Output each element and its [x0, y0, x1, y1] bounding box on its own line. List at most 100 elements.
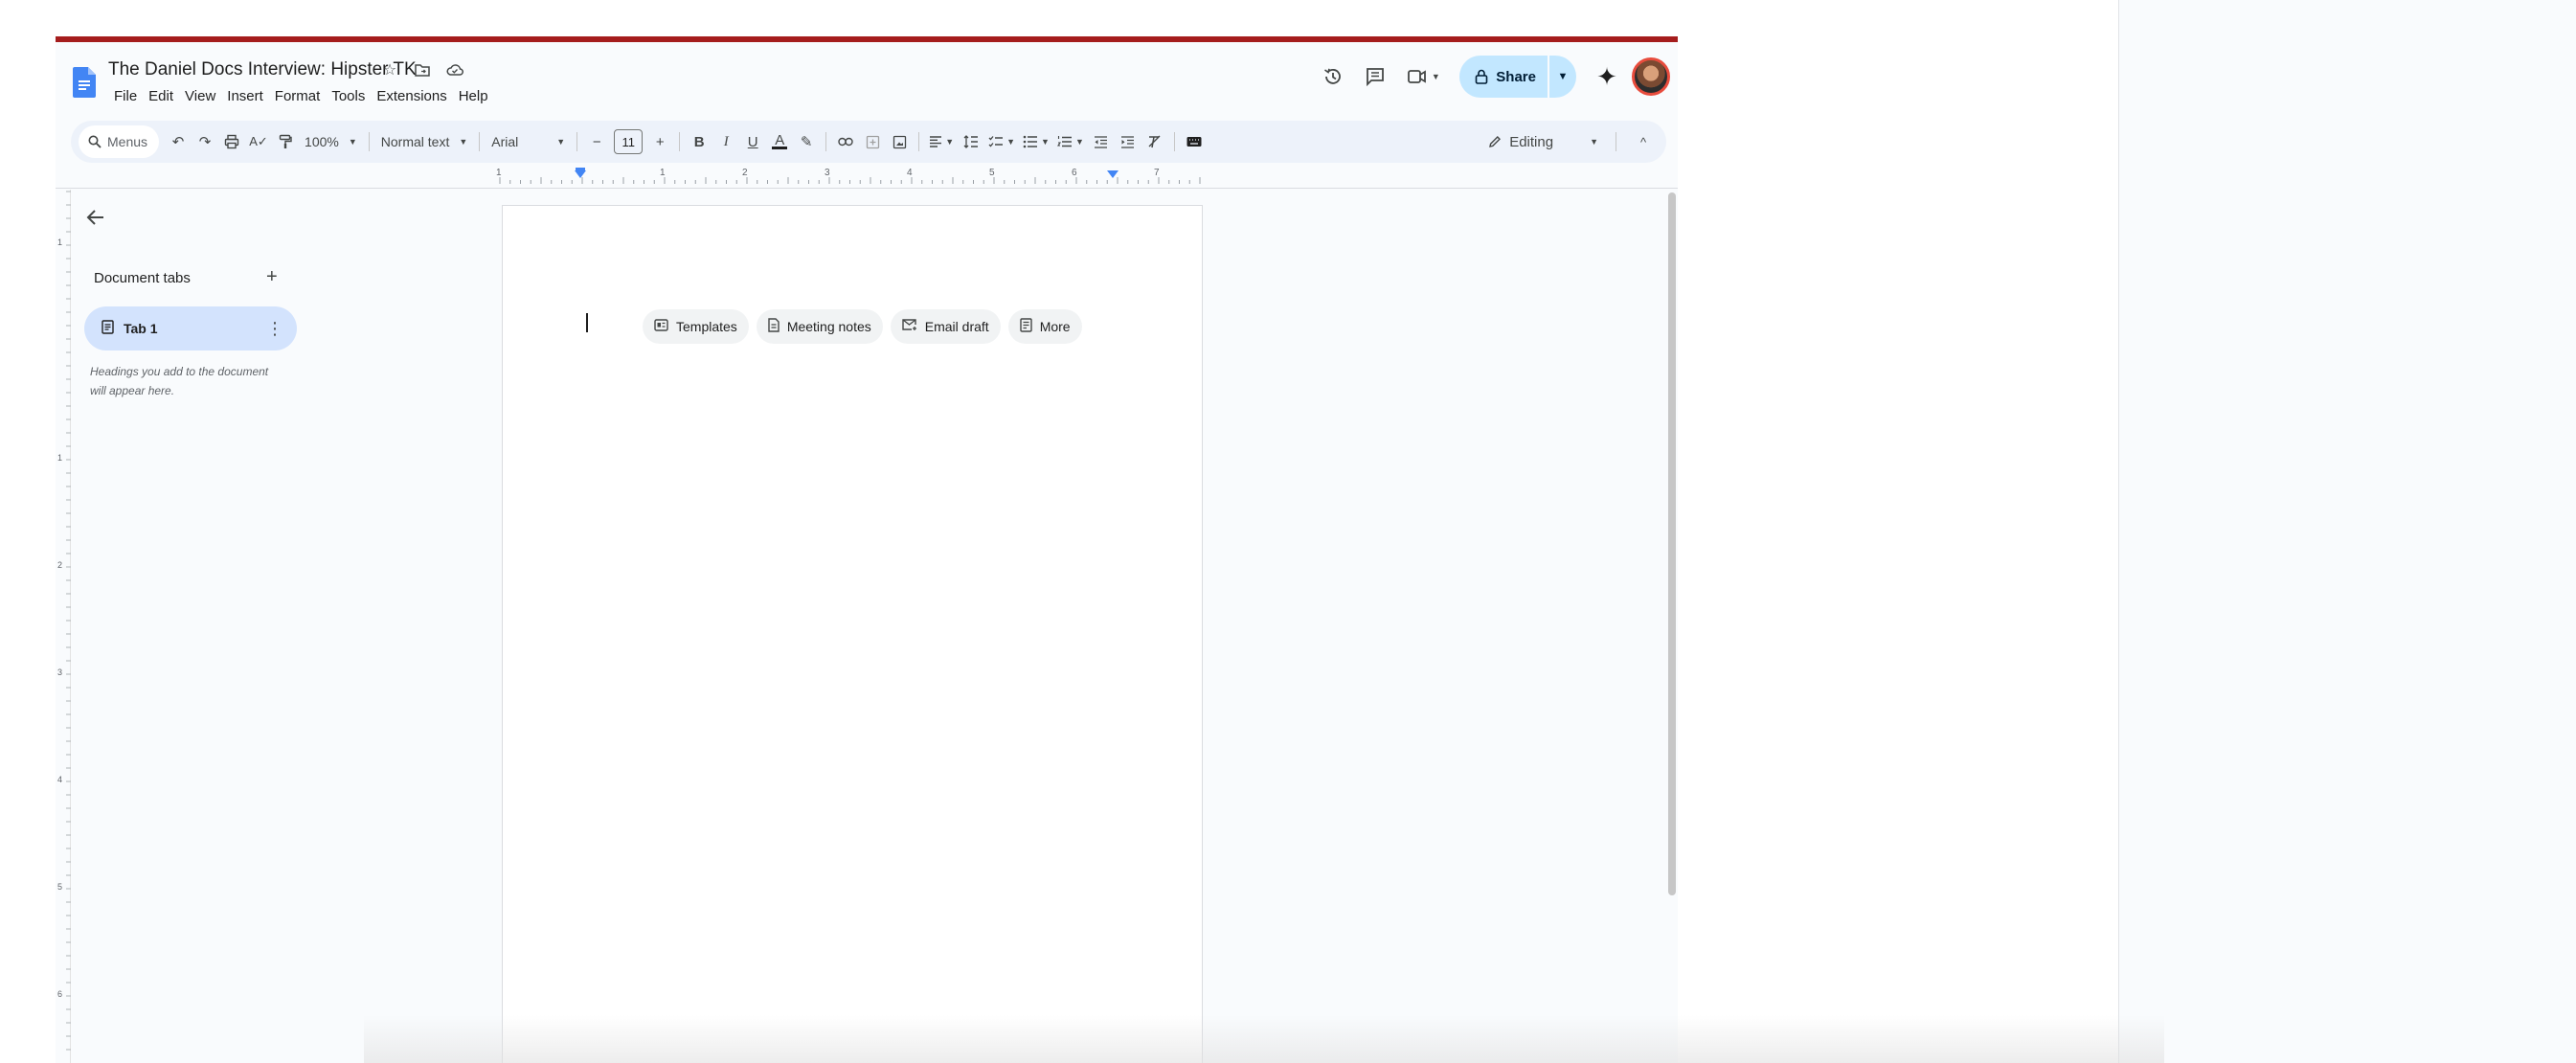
- increase-font-size-icon[interactable]: +: [646, 127, 673, 156]
- right-indent-marker[interactable]: [1107, 170, 1119, 178]
- version-history-icon[interactable]: [1316, 59, 1350, 94]
- templates-chip[interactable]: Templates: [643, 309, 749, 344]
- share-dropdown-icon[interactable]: ▼: [1548, 56, 1576, 98]
- input-tools-icon[interactable]: [1181, 127, 1208, 156]
- menu-search-box[interactable]: Menus: [79, 125, 160, 158]
- docs-logo-icon[interactable]: [73, 63, 96, 102]
- docs-window: The Daniel Docs Interview: Hipster TK ☆ …: [56, 36, 1678, 1063]
- templates-icon: [654, 319, 668, 334]
- increase-indent-icon[interactable]: [1115, 127, 1141, 156]
- paragraph-style-dropdown[interactable]: Normal text ▼: [375, 127, 474, 156]
- more-vert-icon[interactable]: ⋮: [266, 319, 283, 339]
- chevron-down-icon: ▼: [348, 137, 357, 147]
- zoom-dropdown[interactable]: 100% ▼: [299, 127, 363, 156]
- tab-doc-icon: [102, 320, 114, 337]
- toolbar-divider: [368, 132, 370, 151]
- vertical-ruler[interactable]: 1 1 2 3 4 5 6: [56, 190, 71, 1063]
- header-actions: ▼ Share ▼ ✦: [1308, 56, 1678, 98]
- more-chip[interactable]: More: [1007, 309, 1082, 344]
- meeting-notes-chip[interactable]: Meeting notes: [756, 309, 883, 344]
- document-title[interactable]: The Daniel Docs Interview: Hipster TK: [108, 59, 417, 80]
- back-arrow-icon[interactable]: [86, 207, 105, 232]
- add-comment-icon[interactable]: [859, 127, 886, 156]
- bulleted-list-icon[interactable]: ▼: [1019, 127, 1053, 156]
- chip-label: Email draft: [924, 319, 989, 334]
- italic-icon[interactable]: I: [712, 127, 739, 156]
- decrease-font-size-icon[interactable]: −: [583, 127, 610, 156]
- meet-call-icon[interactable]: ▼: [1400, 59, 1446, 94]
- clear-formatting-icon[interactable]: [1141, 127, 1168, 156]
- menu-file[interactable]: File: [108, 86, 143, 106]
- meet-dropdown-icon[interactable]: ▼: [1432, 72, 1440, 81]
- text-color-icon[interactable]: A: [766, 127, 793, 156]
- print-icon[interactable]: [218, 127, 245, 156]
- line-spacing-icon[interactable]: [958, 127, 984, 156]
- left-indent-marker[interactable]: [575, 170, 586, 178]
- menu-bar: File Edit View Insert Format Tools Exten…: [108, 86, 494, 106]
- checklist-icon[interactable]: ▼: [984, 127, 1019, 156]
- lock-icon: [1475, 69, 1488, 84]
- menu-edit[interactable]: Edit: [143, 86, 179, 106]
- editing-mode-dropdown[interactable]: Editing ▼: [1477, 125, 1610, 158]
- chip-label: More: [1039, 319, 1071, 334]
- highlight-color-icon[interactable]: ✎: [793, 127, 820, 156]
- hide-menus-icon[interactable]: ^: [1628, 126, 1659, 157]
- ruler-ticks: [66, 191, 71, 1051]
- align-left-icon[interactable]: ▼: [925, 127, 958, 156]
- ruler-label: 4: [907, 168, 913, 178]
- menu-view[interactable]: View: [179, 86, 221, 106]
- move-folder-icon[interactable]: [412, 59, 433, 80]
- horizontal-ruler[interactable]: 1 1 2 3 4 5 6 7: [496, 168, 1205, 184]
- font-dropdown[interactable]: Arial ▼: [486, 127, 571, 156]
- vertical-scrollbar[interactable]: [1668, 192, 1676, 895]
- tab-label: Tab 1: [124, 321, 158, 336]
- first-line-indent-marker[interactable]: [576, 168, 585, 170]
- window-top-accent: [56, 36, 1678, 42]
- menu-tools[interactable]: Tools: [326, 86, 371, 106]
- menu-extensions[interactable]: Extensions: [371, 86, 452, 106]
- font-value: Arial: [491, 134, 519, 149]
- email-draft-chip[interactable]: Email draft: [890, 309, 1001, 344]
- share-button-group: Share ▼: [1459, 56, 1576, 98]
- menu-insert[interactable]: Insert: [221, 86, 269, 106]
- email-icon: [902, 319, 917, 334]
- chip-label: Templates: [676, 319, 737, 334]
- smart-chip-suggestions: Templates Meeting notes Email draft More: [643, 309, 1082, 344]
- star-icon[interactable]: ☆: [379, 59, 400, 80]
- ruler-label: 3: [825, 168, 830, 178]
- decrease-indent-icon[interactable]: [1088, 127, 1115, 156]
- toolbar-divider: [576, 132, 578, 151]
- chevron-down-icon: ▼: [556, 137, 566, 147]
- menu-format[interactable]: Format: [269, 86, 327, 106]
- redo-icon[interactable]: ↷: [192, 127, 218, 156]
- editing-mode-label: Editing: [1509, 133, 1554, 150]
- document-page[interactable]: Templates Meeting notes Email draft More: [502, 205, 1203, 1063]
- bold-icon[interactable]: B: [686, 127, 712, 156]
- comments-icon[interactable]: [1358, 59, 1392, 94]
- undo-icon[interactable]: ↶: [165, 127, 192, 156]
- tab-item-tab-1[interactable]: Tab 1 ⋮: [84, 306, 297, 351]
- toolbar-divider: [1173, 132, 1175, 151]
- toolbar-divider: [825, 132, 827, 151]
- ruler-label: 1: [660, 168, 666, 178]
- account-avatar[interactable]: [1632, 57, 1670, 96]
- document-tabs-heading: Document tabs: [94, 270, 191, 286]
- font-size-input[interactable]: 11: [614, 129, 644, 154]
- insert-image-icon[interactable]: [886, 127, 913, 156]
- toolbar-divider: [679, 132, 681, 151]
- share-button[interactable]: Share: [1459, 56, 1548, 98]
- ruler-label: 1: [496, 168, 502, 178]
- paint-format-icon[interactable]: [272, 127, 299, 156]
- zoom-value: 100%: [305, 134, 339, 149]
- cloud-status-icon[interactable]: [444, 59, 465, 80]
- right-empty-panel: [2118, 0, 2576, 1063]
- ruler-ticks: [499, 177, 1201, 184]
- spellcheck-icon[interactable]: A✓: [245, 127, 272, 156]
- insert-link-icon[interactable]: [832, 127, 859, 156]
- outline-empty-hint: Headings you add to the document will ap…: [90, 365, 269, 397]
- add-tab-icon[interactable]: +: [266, 266, 278, 288]
- numbered-list-icon[interactable]: ▼: [1053, 127, 1088, 156]
- underline-icon[interactable]: U: [739, 127, 766, 156]
- gemini-sparkle-icon[interactable]: ✦: [1588, 57, 1626, 96]
- menu-help[interactable]: Help: [453, 86, 494, 106]
